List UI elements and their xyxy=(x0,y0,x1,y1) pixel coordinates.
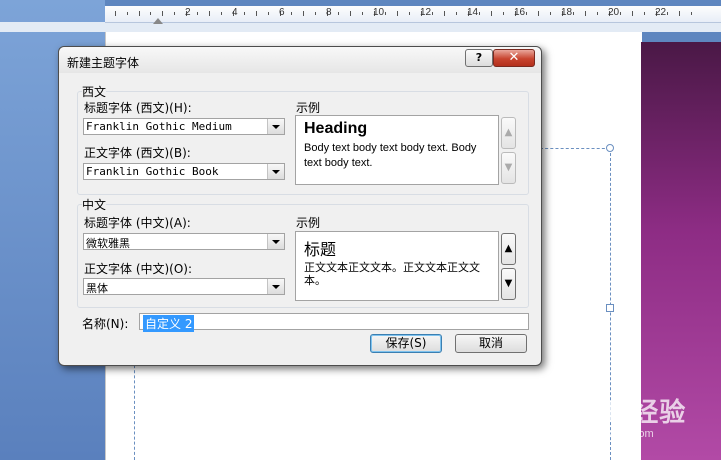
ruler-tick xyxy=(115,11,116,16)
dialog-titlebar: 新建主题字体 ? ✕ xyxy=(59,47,541,73)
chinese-group-label: 中文 xyxy=(82,196,107,213)
chinese-heading-font-value: 微软雅黑 xyxy=(86,237,130,250)
western-heading-font-select[interactable]: Franklin Gothic Medium xyxy=(83,118,285,135)
close-button[interactable]: ✕ xyxy=(493,49,535,67)
ruler-tick xyxy=(679,11,680,16)
chevron-down-icon[interactable] xyxy=(267,279,284,294)
chevron-down-icon[interactable] xyxy=(267,164,284,179)
ruler-tick xyxy=(267,12,269,15)
ruler-tick xyxy=(444,11,445,16)
ruler-number: 16 xyxy=(514,7,526,18)
cancel-button[interactable]: 取消 xyxy=(455,334,527,353)
western-body-font-label: 正文字体 (西文)(B): xyxy=(84,146,191,160)
chinese-sample-label: 示例 xyxy=(296,216,321,230)
ruler-tick xyxy=(244,12,246,15)
ruler-tick xyxy=(338,12,340,15)
ruler-tick xyxy=(220,12,222,15)
ruler-number: 4 xyxy=(232,7,238,18)
ruler-tick xyxy=(209,11,210,16)
chinese-sample-heading: 标题 xyxy=(304,240,337,259)
horizontal-ruler[interactable]: 2 4 6 8 10 12 14 16 18 20 22 xyxy=(105,6,721,24)
ruler-number: 14 xyxy=(467,7,479,18)
ruler-tick xyxy=(303,11,304,16)
chevron-down-icon[interactable] xyxy=(267,119,284,134)
ruler-tick xyxy=(526,12,528,15)
chinese-sample-preview: 标题 正文文本正文文本。正文文本正文文本。 xyxy=(295,231,499,301)
chinese-body-font-label: 正文字体 (中文)(O): xyxy=(84,262,193,276)
chinese-heading-font-label: 标题字体 (中文)(A): xyxy=(84,216,191,230)
scroll-down-button[interactable]: ▼ xyxy=(501,268,516,300)
scroll-down-button[interactable]: ▼ xyxy=(501,152,516,184)
ruler-tick xyxy=(643,12,645,15)
western-body-font-select[interactable]: Franklin Gothic Book xyxy=(83,163,285,180)
western-sample-preview: Heading Body text body text body text. B… xyxy=(295,115,499,185)
ruler-tick xyxy=(397,11,398,16)
western-body-font-value: Franklin Gothic Book xyxy=(86,165,219,178)
name-value: 自定义 2 xyxy=(143,315,195,332)
dialog-title: 新建主题字体 xyxy=(67,56,140,70)
chevron-down-icon[interactable] xyxy=(267,234,284,249)
ruler-tick xyxy=(408,12,410,15)
chinese-sample-body: 正文文本正文文本。正文文本正文文本。 xyxy=(304,261,480,287)
name-label: 名称(N): xyxy=(82,317,129,331)
watermark-url: jingyan.baidu.com xyxy=(565,428,654,440)
resize-handle[interactable] xyxy=(606,144,614,152)
ruler-tick xyxy=(690,12,692,15)
chinese-heading-font-select[interactable]: 微软雅黑 xyxy=(83,233,285,250)
scroll-up-button[interactable]: ▲ xyxy=(501,117,516,149)
ruler-tick xyxy=(479,12,481,15)
ruler-tick xyxy=(432,12,434,15)
western-heading-font-value: Franklin Gothic Medium xyxy=(86,120,232,133)
western-sample-heading: Heading xyxy=(304,120,368,137)
ruler-number: 22 xyxy=(655,7,667,18)
ruler-tick xyxy=(596,12,598,15)
western-heading-font-label: 标题字体 (西文)(H): xyxy=(84,101,192,115)
ruler-tick xyxy=(173,12,175,15)
chinese-body-font-value: 黑体 xyxy=(86,282,108,295)
ruler-number: 8 xyxy=(326,7,332,18)
ruler-tick xyxy=(538,11,539,16)
placeholder-border xyxy=(540,148,610,149)
ruler-number: 10 xyxy=(373,7,385,18)
ruler-tick xyxy=(162,11,163,16)
ruler-tick xyxy=(585,11,586,16)
save-button[interactable]: 保存(S) xyxy=(370,334,442,353)
ruler-tick xyxy=(138,11,140,16)
ruler-tick xyxy=(491,11,492,16)
ruler-tick xyxy=(350,11,351,16)
ruler-tick xyxy=(197,12,199,15)
new-theme-fonts-dialog: 新建主题字体 ? ✕ 西文 标题字体 (西文)(H): Franklin Got… xyxy=(58,46,542,366)
ruler-tick xyxy=(291,12,293,15)
ruler-tick xyxy=(549,12,551,15)
chinese-body-font-select[interactable]: 黑体 xyxy=(83,278,285,295)
ruler-tick xyxy=(502,12,504,15)
ruler-number: 2 xyxy=(185,7,191,18)
resize-handle[interactable] xyxy=(606,304,614,312)
ruler-number: 20 xyxy=(608,7,620,18)
watermark-logo: Baidu经验 xyxy=(555,397,687,427)
ruler-number: 6 xyxy=(279,7,285,18)
ribbon-strip xyxy=(0,22,721,32)
ruler-tick xyxy=(385,12,387,15)
ruler-tick xyxy=(620,12,622,15)
placeholder-border xyxy=(134,360,135,460)
ruler-tick xyxy=(314,12,316,15)
ruler-tick xyxy=(632,11,633,16)
ruler-tick xyxy=(126,12,128,15)
western-group-label: 西文 xyxy=(82,83,107,100)
indent-marker[interactable] xyxy=(153,18,163,24)
name-field[interactable]: 自定义 2 xyxy=(139,313,529,332)
ruler-tick xyxy=(455,12,457,15)
ruler-tick xyxy=(256,11,257,16)
western-sample-label: 示例 xyxy=(296,101,321,115)
ruler-tick xyxy=(361,12,363,15)
help-button[interactable]: ? xyxy=(465,49,493,67)
western-sample-body: Body text body text body text. Body text… xyxy=(304,142,477,169)
ruler-tick xyxy=(150,12,152,15)
scroll-up-button[interactable]: ▲ xyxy=(501,233,516,265)
ruler-number: 18 xyxy=(561,7,573,18)
ruler-tick xyxy=(667,12,669,15)
ruler-tick xyxy=(573,12,575,15)
ruler-number: 12 xyxy=(420,7,432,18)
